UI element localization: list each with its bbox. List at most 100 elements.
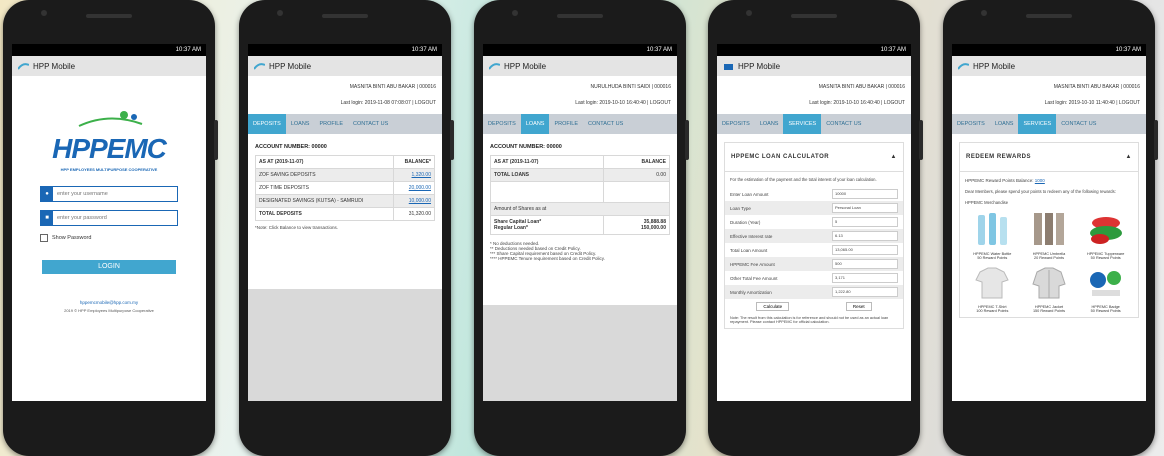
user-name: MASNITA BINTI ABU BAKAR | 000016 xyxy=(818,84,905,90)
product-points: 50 Reward Points xyxy=(1090,256,1121,260)
table-row: TOTAL LOANS 0.00 xyxy=(490,168,671,182)
last-login[interactable]: Last login: 2019-10-10 11:40:40 | LOGOUT xyxy=(952,90,1146,114)
loan-type-select[interactable]: Personal Loan xyxy=(832,203,898,213)
row-value[interactable]: 20,000.00 xyxy=(392,181,436,195)
screen: 10:37 AM HPP Mobile NURULHUDA BINTI SAID… xyxy=(483,44,677,401)
tab-deposits[interactable]: DEPOSITS xyxy=(483,114,521,134)
tab-contact[interactable]: CONTACT US xyxy=(583,114,628,134)
tab-deposits[interactable]: DEPOSITS xyxy=(717,114,755,134)
tab-contact[interactable]: CONTACT US xyxy=(1056,114,1101,134)
row-value[interactable]: 10,000.00 xyxy=(392,194,436,208)
support-email[interactable]: hppemcmobile@hpp.com.my xyxy=(12,300,206,305)
password-field: ■ xyxy=(40,210,178,226)
points-label: HPPEMC Reward Points Balance: xyxy=(965,178,1034,183)
product-card[interactable]: HPPEMC Badge 50 Reward Points xyxy=(1079,264,1132,313)
tab-services[interactable]: SERVICES xyxy=(783,114,822,134)
chevron-up-icon[interactable]: ▲ xyxy=(1126,154,1132,160)
footer-area xyxy=(248,289,442,401)
tab-contact[interactable]: CONTACT US xyxy=(348,114,393,134)
calc-label: Total Loan Amount xyxy=(730,247,768,253)
calc-label: Effective Interest rate xyxy=(730,233,773,239)
calc-row: Monthly Amortization 1,222.80 xyxy=(725,285,903,299)
show-password-label: Show Password xyxy=(52,235,92,241)
row-value[interactable]: 1,320.00 xyxy=(392,168,436,182)
camera xyxy=(41,10,47,16)
app-bar: HPP Mobile xyxy=(717,56,911,76)
calculate-button[interactable]: Calculate xyxy=(756,302,790,311)
tab-loans[interactable]: LOANS xyxy=(286,114,315,134)
tab-loans[interactable]: LOANS xyxy=(990,114,1019,134)
table-total-row: TOTAL DEPOSITS 31,320.00 xyxy=(255,207,436,221)
rewards-desc: Dear Members, please spend your points t… xyxy=(965,189,1116,194)
tab-profile[interactable]: PROFILE xyxy=(314,114,348,134)
loan-amount-input[interactable]: 10000 xyxy=(832,189,898,199)
footer-area xyxy=(483,305,677,401)
tab-deposits[interactable]: DEPOSITS xyxy=(952,114,990,134)
status-bar: 10:37 AM xyxy=(483,44,677,56)
table-header: AS AT (2019-11-07) BALANCE* xyxy=(255,155,436,169)
row-label: ZOF SAVING DEPOSITS xyxy=(255,168,394,182)
product-card[interactable]: HPPEMC Water Bottle 50 Reward Points xyxy=(966,211,1019,260)
product-grid: HPPEMC Water Bottle 50 Reward Points HPP… xyxy=(960,207,1138,317)
monthly-field: 1,222.80 xyxy=(832,287,898,297)
app-title: HPP Mobile xyxy=(504,61,547,71)
side-button xyxy=(685,120,689,160)
loans-table: AS AT (2019-11-07) BALANCE TOTAL LOANS 0… xyxy=(490,155,671,235)
tab-profile[interactable]: PROFILE xyxy=(549,114,583,134)
chevron-up-icon[interactable]: ▲ xyxy=(891,154,897,160)
username-field: ● xyxy=(40,186,178,202)
phone-loans: 10:37 AM HPP Mobile NURULHUDA BINTI SAID… xyxy=(474,0,689,456)
tab-services[interactable]: SERVICES xyxy=(1018,114,1057,134)
last-login[interactable]: Last login: 2019-11-08 07:08:07 | LOGOUT xyxy=(248,90,442,114)
phone-deposits: 10:37 AM HPP Mobile MASNITA BINTI ABU BA… xyxy=(239,0,454,456)
product-card[interactable]: HPPEMC T-Shirt 100 Reward Points xyxy=(966,264,1019,313)
last-login[interactable]: Last login: 2019-10-10 16:40:40 | LOGOUT xyxy=(483,90,677,114)
password-input[interactable] xyxy=(53,211,177,225)
total-loans-label: TOTAL LOANS xyxy=(490,168,604,182)
table-row: DESIGNATED SAVINGS (KUTSA) - SAMRUDI 10,… xyxy=(255,194,436,208)
speaker xyxy=(557,14,603,18)
tab-contact[interactable]: CONTACT US xyxy=(821,114,866,134)
user-icon: ● xyxy=(41,187,53,201)
deposits-table-wrap: AS AT (2019-11-07) BALANCE* ZOF SAVING D… xyxy=(248,155,442,221)
phone-calculator: 10:37 AM HPP Mobile MASNITA BINTI ABU BA… xyxy=(708,0,923,456)
app-logo-icon xyxy=(958,62,969,70)
show-password[interactable]: Show Password xyxy=(40,234,178,242)
logo-figures-icon xyxy=(78,111,143,127)
table-row: Amount of Shares as at xyxy=(490,202,670,216)
username-input[interactable] xyxy=(53,187,177,201)
calculator-intro: For the estimation of the payment and th… xyxy=(730,177,877,182)
speaker xyxy=(86,14,132,18)
reset-button[interactable]: Reset xyxy=(845,302,872,311)
total-loan-field: 13,065.00 xyxy=(832,245,898,255)
rewards-header[interactable]: REDEEM REWARDS ▲ xyxy=(960,143,1138,172)
points-value[interactable]: 1000 xyxy=(1035,178,1045,183)
user-name: MASNITA BINTI ABU BAKAR | 000016 xyxy=(1053,84,1140,90)
login-button[interactable]: LOGIN xyxy=(42,260,176,274)
product-card[interactable]: HPPEMC Jacket 150 Reward Points xyxy=(1023,264,1076,313)
total-loans-value: 0.00 xyxy=(602,168,671,182)
loans-table-wrap: AS AT (2019-11-07) BALANCE TOTAL LOANS 0… xyxy=(483,155,677,235)
tab-deposits[interactable]: DEPOSITS xyxy=(248,114,286,134)
side-button xyxy=(919,120,923,160)
phone-login: 10:37 AM HPP Mobile HPPEMC HPP EMPLOYEES… xyxy=(3,0,218,456)
tab-loans[interactable]: LOANS xyxy=(520,114,550,134)
app-logo-icon xyxy=(18,62,29,70)
tab-bar: DEPOSITS LOANS PROFILE CONTACT US xyxy=(248,114,442,134)
calc-label: Duration (Year) xyxy=(730,219,761,225)
water-bottle-icon xyxy=(978,213,1008,245)
umbrella-icon xyxy=(1033,213,1064,245)
calc-row: Loan Type Personal Loan xyxy=(725,201,903,215)
col-as-at: AS AT (2019-11-07) xyxy=(490,155,604,169)
app-title: HPP Mobile xyxy=(269,61,312,71)
app-bar: HPP Mobile xyxy=(483,56,677,76)
duration-input[interactable]: 5 xyxy=(832,217,898,227)
merch-section: HPPEMC Merchandise xyxy=(965,200,1009,205)
last-login[interactable]: Last login: 2019-10-10 16:40:40 | LOGOUT xyxy=(717,90,911,114)
checkbox[interactable] xyxy=(40,234,48,242)
product-card[interactable]: HPPEMC Tupperware 50 Reward Points xyxy=(1079,211,1132,260)
table-row: ZOF SAVING DEPOSITS 1,320.00 xyxy=(255,168,436,182)
calculator-header[interactable]: HPPEMC LOAN CALCULATOR ▲ xyxy=(725,143,903,172)
tab-loans[interactable]: LOANS xyxy=(755,114,784,134)
product-card[interactable]: HPPEMC Umbrella 20 Reward Points xyxy=(1023,211,1076,260)
